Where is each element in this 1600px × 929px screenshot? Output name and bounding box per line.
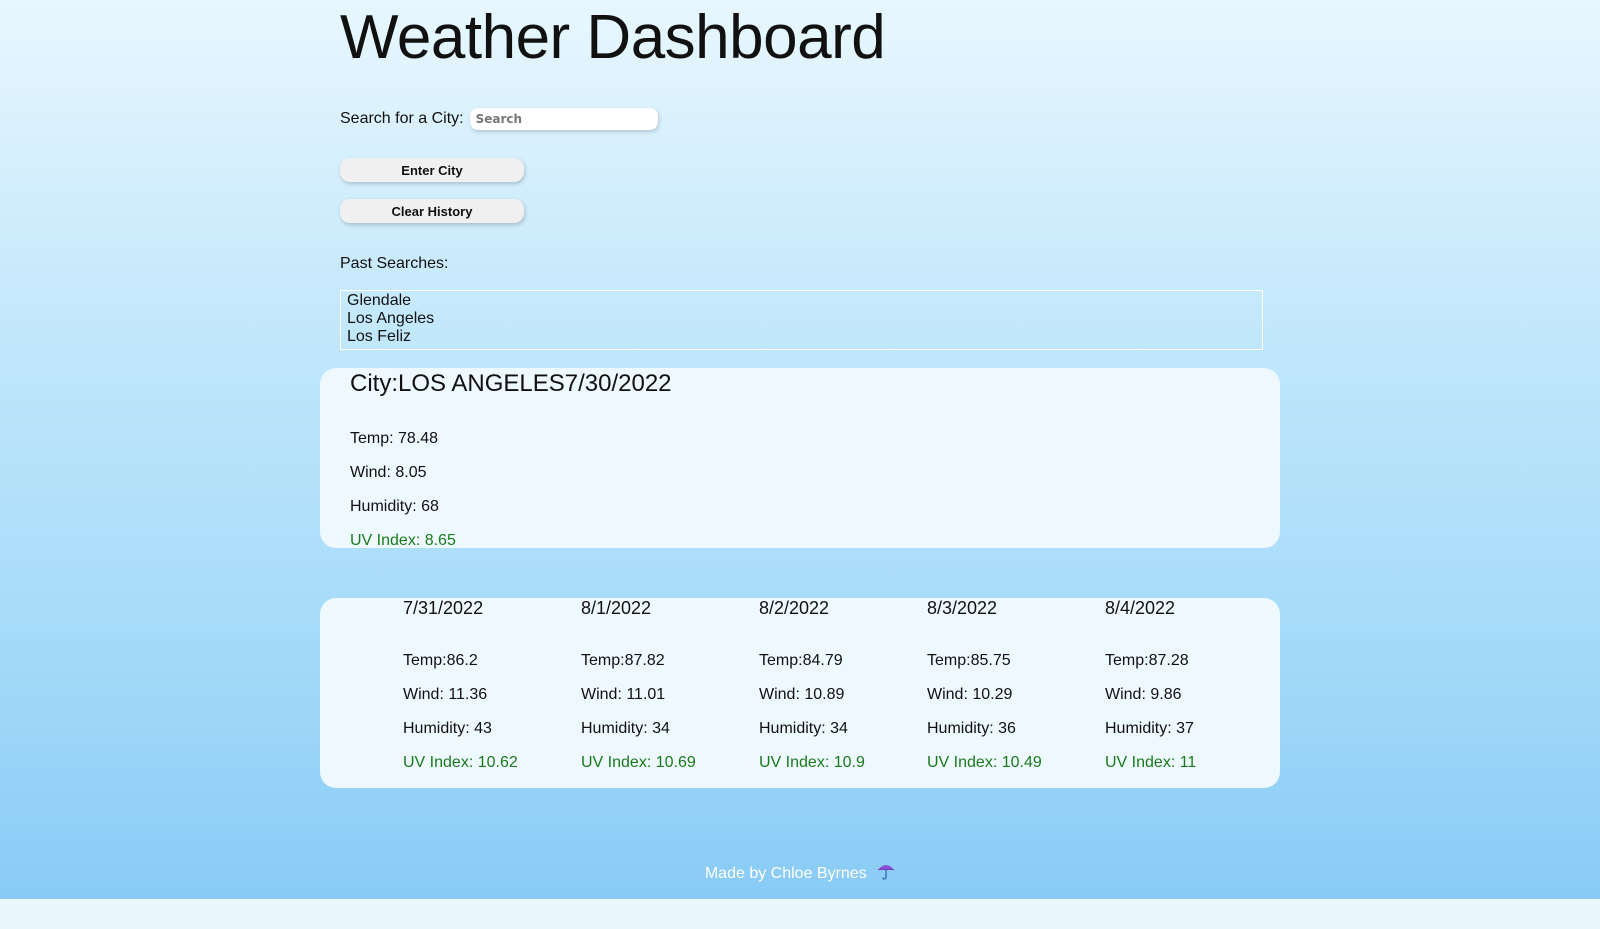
forecast-humidity: Humidity: 37 bbox=[1105, 720, 1194, 737]
forecast-date: 8/4/2022 bbox=[1105, 598, 1176, 618]
footer: Made by Chloe Byrnes bbox=[0, 862, 1600, 885]
forecast-uv-index: UV Index: 10.69 bbox=[581, 754, 696, 771]
current-city-title: City:LOS ANGELES7/30/2022 bbox=[350, 370, 672, 397]
forecast-temp: Temp:87.82 bbox=[581, 652, 665, 669]
search-input[interactable] bbox=[469, 108, 658, 130]
forecast-date: 8/3/2022 bbox=[927, 598, 998, 618]
forecast-wind: Wind: 11.36 bbox=[403, 686, 488, 703]
forecast-humidity: Humidity: 34 bbox=[581, 720, 670, 737]
history-item-los-angeles[interactable]: Los Angeles bbox=[347, 310, 1256, 328]
current-humidity: Humidity: 68 bbox=[350, 498, 439, 515]
current-uv-index: UV Index: 8.65 bbox=[350, 532, 456, 549]
umbrella-icon bbox=[877, 862, 895, 885]
forecast-uv-index: UV Index: 10.62 bbox=[403, 754, 518, 771]
clear-history-button[interactable]: Clear History bbox=[340, 199, 524, 223]
current-weather-card: City:LOS ANGELES7/30/2022 Temp: 78.48 Wi… bbox=[320, 368, 1280, 549]
forecast-humidity: Humidity: 36 bbox=[927, 720, 1016, 737]
page-title: Weather Dashboard bbox=[340, 3, 886, 72]
forecast-temp: Temp:86.2 bbox=[403, 652, 478, 669]
history-item-glendale[interactable]: Glendale bbox=[347, 292, 1256, 310]
forecast-wind: Wind: 10.29 bbox=[927, 686, 1013, 703]
enter-city-button[interactable]: Enter City bbox=[340, 158, 524, 182]
forecast-date: 8/1/2022 bbox=[581, 598, 652, 618]
current-wind: Wind: 8.05 bbox=[350, 464, 427, 481]
forecast-wind: Wind: 10.89 bbox=[759, 686, 845, 703]
forecast-date: 8/2/2022 bbox=[759, 598, 830, 618]
forecast-card: 7/31/2022 Temp:86.2 Wind: 11.36 Humidity… bbox=[320, 598, 1280, 788]
search-label: Search for a City: bbox=[340, 110, 464, 127]
history-item-los-feliz[interactable]: Los Feliz bbox=[347, 328, 1256, 346]
past-searches-list: Glendale Los Angeles Los Feliz bbox=[340, 290, 1263, 350]
forecast-date: 7/31/2022 bbox=[403, 598, 484, 618]
forecast-uv-index: UV Index: 10.9 bbox=[759, 754, 865, 771]
footer-credit: Made by Chloe Byrnes bbox=[704, 865, 867, 882]
forecast-uv-index: UV Index: 11 bbox=[1105, 754, 1197, 771]
forecast-temp: Temp:87.28 bbox=[1105, 652, 1189, 669]
forecast-wind: Wind: 9.86 bbox=[1105, 686, 1182, 703]
forecast-temp: Temp:84.79 bbox=[759, 652, 843, 669]
forecast-temp: Temp:85.75 bbox=[927, 652, 1011, 669]
forecast-uv-index: UV Index: 10.49 bbox=[927, 754, 1042, 771]
forecast-humidity: Humidity: 34 bbox=[759, 720, 848, 737]
current-temp: Temp: 78.48 bbox=[350, 430, 439, 447]
forecast-wind: Wind: 11.01 bbox=[581, 686, 666, 703]
past-searches-label: Past Searches: bbox=[340, 255, 449, 272]
search-row: Search for a City: bbox=[340, 108, 658, 130]
forecast-humidity: Humidity: 43 bbox=[403, 720, 492, 737]
